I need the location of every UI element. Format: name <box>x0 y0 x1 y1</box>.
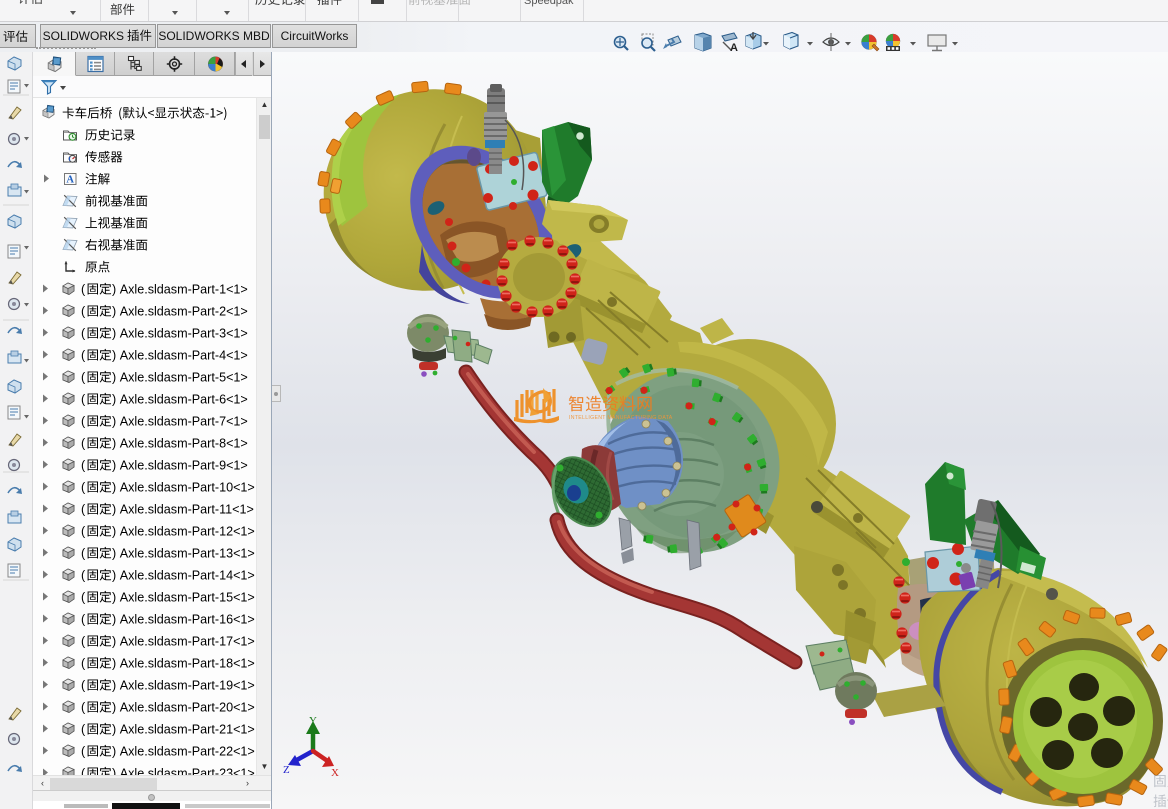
svg-text:Speedpak: Speedpak <box>524 0 574 7</box>
svg-text:) Axle.sldasm-Part-18<1>: ) Axle.sldasm-Part-18<1> <box>112 657 255 671</box>
svg-text:(: ( <box>81 525 86 539</box>
svg-text:A: A <box>730 42 738 54</box>
svg-text:(: ( <box>81 745 86 759</box>
svg-text:) Axle.sldasm-Part-12<1>: ) Axle.sldasm-Part-12<1> <box>112 525 255 539</box>
svg-text:) Axle.sldasm-Part-17<1>: ) Axle.sldasm-Part-17<1> <box>112 635 255 649</box>
svg-text:) Axle.sldasm-Part-15<1>: ) Axle.sldasm-Part-15<1> <box>112 591 255 605</box>
svg-text:Z: Z <box>283 764 290 776</box>
svg-text:(: ( <box>81 327 86 341</box>
svg-text:(: ( <box>81 283 86 297</box>
svg-text:) Axle.sldasm-Part-10<1>: ) Axle.sldasm-Part-10<1> <box>112 481 255 495</box>
svg-text:(: ( <box>81 393 86 407</box>
svg-text:) Axle.sldasm-Part-7<1>: ) Axle.sldasm-Part-7<1> <box>112 415 248 429</box>
svg-text:(: ( <box>81 657 86 671</box>
svg-text:(: ( <box>81 635 86 649</box>
svg-text:(: ( <box>81 701 86 715</box>
svg-text:) Axle.sldasm-Part-21<1>: ) Axle.sldasm-Part-21<1> <box>112 723 255 737</box>
svg-text:(: ( <box>81 415 86 429</box>
svg-text:) Axle.sldasm-Part-9<1>: ) Axle.sldasm-Part-9<1> <box>112 459 248 473</box>
svg-text:) Axle.sldasm-Part-23<1>: ) Axle.sldasm-Part-23<1> <box>112 767 255 776</box>
svg-text:) Axle.sldasm-Part-20<1>: ) Axle.sldasm-Part-20<1> <box>112 701 255 715</box>
svg-text:(: ( <box>81 569 86 583</box>
svg-text:(: ( <box>81 305 86 319</box>
svg-text:) Axle.sldasm-Part-4<1>: ) Axle.sldasm-Part-4<1> <box>112 349 248 363</box>
svg-text:) Axle.sldasm-Part-14<1>: ) Axle.sldasm-Part-14<1> <box>112 569 255 583</box>
svg-text:(: ( <box>81 723 86 737</box>
svg-text:) Axle.sldasm-Part-22<1>: ) Axle.sldasm-Part-22<1> <box>112 745 255 759</box>
svg-text:(: ( <box>81 349 86 363</box>
svg-text:(: ( <box>81 437 86 451</box>
svg-text:(: ( <box>81 767 86 776</box>
svg-text:) Axle.sldasm-Part-1<1>: ) Axle.sldasm-Part-1<1> <box>112 283 248 297</box>
svg-text:(: ( <box>81 371 86 385</box>
svg-text:) Axle.sldasm-Part-13<1>: ) Axle.sldasm-Part-13<1> <box>112 547 255 561</box>
svg-text:) Axle.sldasm-Part-3<1>: ) Axle.sldasm-Part-3<1> <box>112 327 248 341</box>
svg-text:INTELLIGENT MANUFACTURING DATA: INTELLIGENT MANUFACTURING DATA <box>569 415 673 421</box>
svg-text:(: ( <box>81 459 86 473</box>
svg-text:) Axle.sldasm-Part-19<1>: ) Axle.sldasm-Part-19<1> <box>112 679 255 693</box>
svg-text:(: ( <box>81 481 86 495</box>
svg-text:) Axle.sldasm-Part-11<1>: ) Axle.sldasm-Part-11<1> <box>112 503 254 517</box>
svg-text:Y: Y <box>309 715 317 727</box>
svg-text:(: ( <box>81 591 86 605</box>
svg-text:) Axle.sldasm-Part-6<1>: ) Axle.sldasm-Part-6<1> <box>112 393 248 407</box>
svg-text:) Axle.sldasm-Part-8<1>: ) Axle.sldasm-Part-8<1> <box>112 437 248 451</box>
svg-text:) Axle.sldasm-Part-5<1>: ) Axle.sldasm-Part-5<1> <box>112 371 248 385</box>
svg-text:(: ( <box>81 613 86 627</box>
svg-text:(: ( <box>81 547 86 561</box>
svg-text:) Axle.sldasm-Part-2<1>: ) Axle.sldasm-Part-2<1> <box>112 305 248 319</box>
svg-text:(: ( <box>81 679 86 693</box>
svg-text:(: ( <box>81 503 86 517</box>
svg-text:) Axle.sldasm-Part-16<1>: ) Axle.sldasm-Part-16<1> <box>112 613 255 627</box>
svg-text:X: X <box>331 767 339 779</box>
